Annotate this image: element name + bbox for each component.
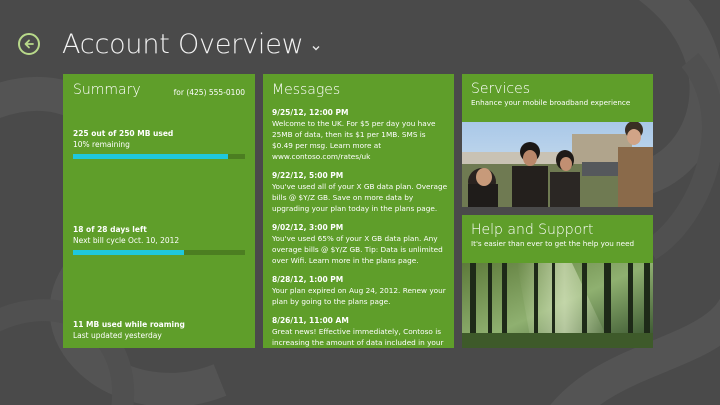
data-remaining-label: 10% remaining bbox=[73, 140, 130, 149]
message-item[interactable]: 9/25/12, 12:00 PM Welcome to the UK. For… bbox=[272, 107, 448, 162]
days-left-bar bbox=[73, 250, 245, 255]
services-photo bbox=[462, 122, 653, 207]
message-body: Great news! Effective immediately, Conto… bbox=[272, 327, 444, 347]
services-tile[interactable]: Services Enhance your mobile broadband e… bbox=[462, 74, 653, 207]
message-item[interactable]: 8/28/12, 1:00 PM Your plan expired on Au… bbox=[272, 274, 448, 307]
data-used-label: 225 out of 250 MB used bbox=[73, 129, 174, 138]
next-bill-label: Next bill cycle Oct. 10, 2012 bbox=[73, 236, 180, 245]
messages-tile[interactable]: Messages 9/25/12, 12:00 PM Welcome to th… bbox=[263, 74, 454, 348]
services-subtitle: Enhance your mobile broadband experience bbox=[471, 98, 631, 107]
summary-tile[interactable]: Summary for (425) 555-0100 225 out of 25… bbox=[63, 74, 255, 348]
page-title: Account Overview bbox=[62, 28, 304, 60]
back-arrow-icon bbox=[24, 39, 34, 49]
last-updated-label: Last updated yesterday bbox=[73, 331, 162, 340]
phone-number: for (425) 555-0100 bbox=[173, 88, 245, 97]
data-usage-fill bbox=[73, 154, 228, 159]
message-body: You've used 65% of your X GB data plan. … bbox=[272, 234, 443, 265]
message-item[interactable]: 9/02/12, 3:00 PM You've used 65% of your… bbox=[272, 222, 448, 266]
message-date: 8/28/12, 1:00 PM bbox=[272, 275, 344, 284]
billing-cycle-section: 18 of 28 days left Next bill cycle Oct. … bbox=[73, 224, 245, 255]
message-body: Welcome to the UK. For $5 per day you ha… bbox=[272, 119, 436, 161]
forest-photo bbox=[462, 263, 653, 348]
message-date: 9/02/12, 3:00 PM bbox=[272, 223, 344, 232]
help-title: Help and Support bbox=[471, 222, 594, 238]
days-left-fill bbox=[73, 250, 184, 255]
help-support-tile[interactable]: Help and Support It's easier than ever t… bbox=[462, 215, 653, 348]
chevron-down-icon[interactable] bbox=[312, 45, 320, 51]
message-item[interactable]: 9/22/12, 5:00 PM You've used all of your… bbox=[272, 170, 448, 214]
message-date: 9/22/12, 5:00 PM bbox=[272, 171, 344, 180]
message-body: Your plan expired on Aug 24, 2012. Renew… bbox=[272, 286, 446, 306]
data-usage-bar bbox=[73, 154, 245, 159]
summary-title: Summary bbox=[73, 82, 141, 98]
help-subtitle: It's easier than ever to get the help yo… bbox=[471, 239, 635, 248]
message-list: 9/25/12, 12:00 PM Welcome to the UK. For… bbox=[272, 107, 448, 348]
messages-title: Messages bbox=[272, 82, 341, 98]
message-date: 9/25/12, 12:00 PM bbox=[272, 108, 349, 117]
roaming-section: 11 MB used while roaming Last updated ye… bbox=[73, 319, 245, 341]
services-title: Services bbox=[471, 81, 531, 97]
header: Account Overview bbox=[18, 26, 320, 62]
message-date: 8/26/11, 11:00 AM bbox=[272, 316, 349, 325]
message-item[interactable]: 8/26/11, 11:00 AM Great news! Effective … bbox=[272, 315, 448, 348]
days-left-label: 18 of 28 days left bbox=[73, 225, 147, 234]
data-usage-section: 225 out of 250 MB used 10% remaining bbox=[73, 128, 245, 159]
back-button[interactable] bbox=[18, 33, 40, 55]
message-body: You've used all of your X GB data plan. … bbox=[272, 182, 448, 213]
roaming-label: 11 MB used while roaming bbox=[73, 320, 185, 329]
